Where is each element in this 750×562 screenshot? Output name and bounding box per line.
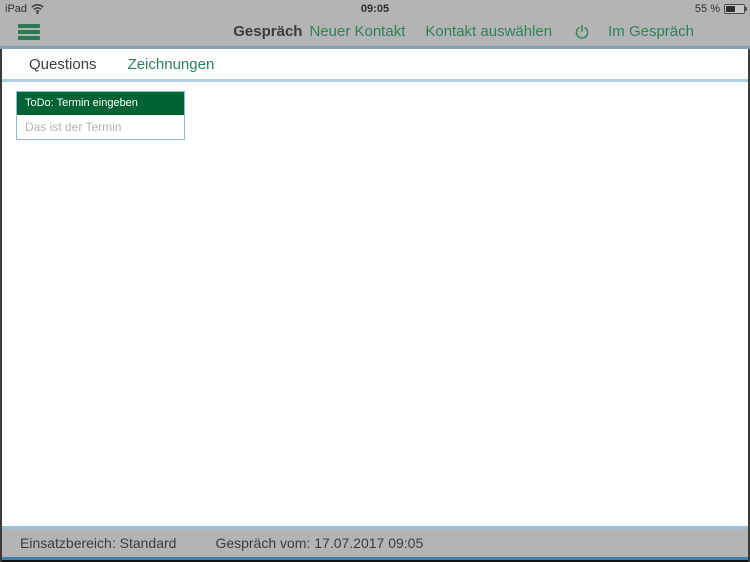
tab-bar: Questions Zeichnungen bbox=[2, 49, 748, 82]
todo-input[interactable] bbox=[17, 115, 184, 139]
hamburger-menu-icon[interactable] bbox=[18, 23, 40, 40]
battery-nub bbox=[745, 7, 747, 11]
power-icon[interactable] bbox=[574, 24, 590, 40]
select-contact-button[interactable]: Kontakt auswählen bbox=[425, 23, 552, 40]
nav-actions: Gespräch Neuer Kontakt Kontakt auswählen… bbox=[233, 23, 694, 40]
page-title: Gespräch bbox=[233, 23, 303, 40]
area-label: Einsatzbereich: Standard bbox=[20, 535, 177, 551]
todo-card-header: ToDo: Termin eingeben bbox=[17, 92, 184, 115]
battery-icon bbox=[724, 3, 747, 14]
in-conversation-button[interactable]: Im Gespräch bbox=[608, 23, 694, 40]
top-bars: iPad 09:05 55 % Gespräch Neuer Kontakt K… bbox=[0, 0, 750, 46]
conversation-date-label: Gespräch vom: 17.07.2017 09:05 bbox=[215, 535, 424, 551]
tab-questions[interactable]: Questions bbox=[29, 56, 97, 73]
navigation-bar: Gespräch Neuer Kontakt Kontakt auswählen… bbox=[0, 17, 750, 46]
new-contact-button[interactable]: Neuer Kontakt bbox=[309, 23, 405, 40]
battery-percent-label: 55 % bbox=[694, 2, 720, 15]
app-window: iPad 09:05 55 % Gespräch Neuer Kontakt K… bbox=[0, 0, 750, 562]
app-frame: Questions Zeichnungen ToDo: Termin einge… bbox=[0, 49, 750, 562]
status-bar: iPad 09:05 55 % bbox=[0, 0, 750, 17]
status-time: 09:05 bbox=[360, 2, 390, 15]
battery-fill bbox=[726, 5, 736, 12]
status-right: 55 % bbox=[694, 2, 747, 15]
todo-card: ToDo: Termin eingeben bbox=[16, 91, 185, 140]
content-area: ToDo: Termin eingeben bbox=[2, 82, 748, 526]
footer-bar: Einsatzbereich: Standard Gespräch vom: 1… bbox=[2, 526, 748, 557]
tab-zeichnungen[interactable]: Zeichnungen bbox=[128, 56, 215, 73]
